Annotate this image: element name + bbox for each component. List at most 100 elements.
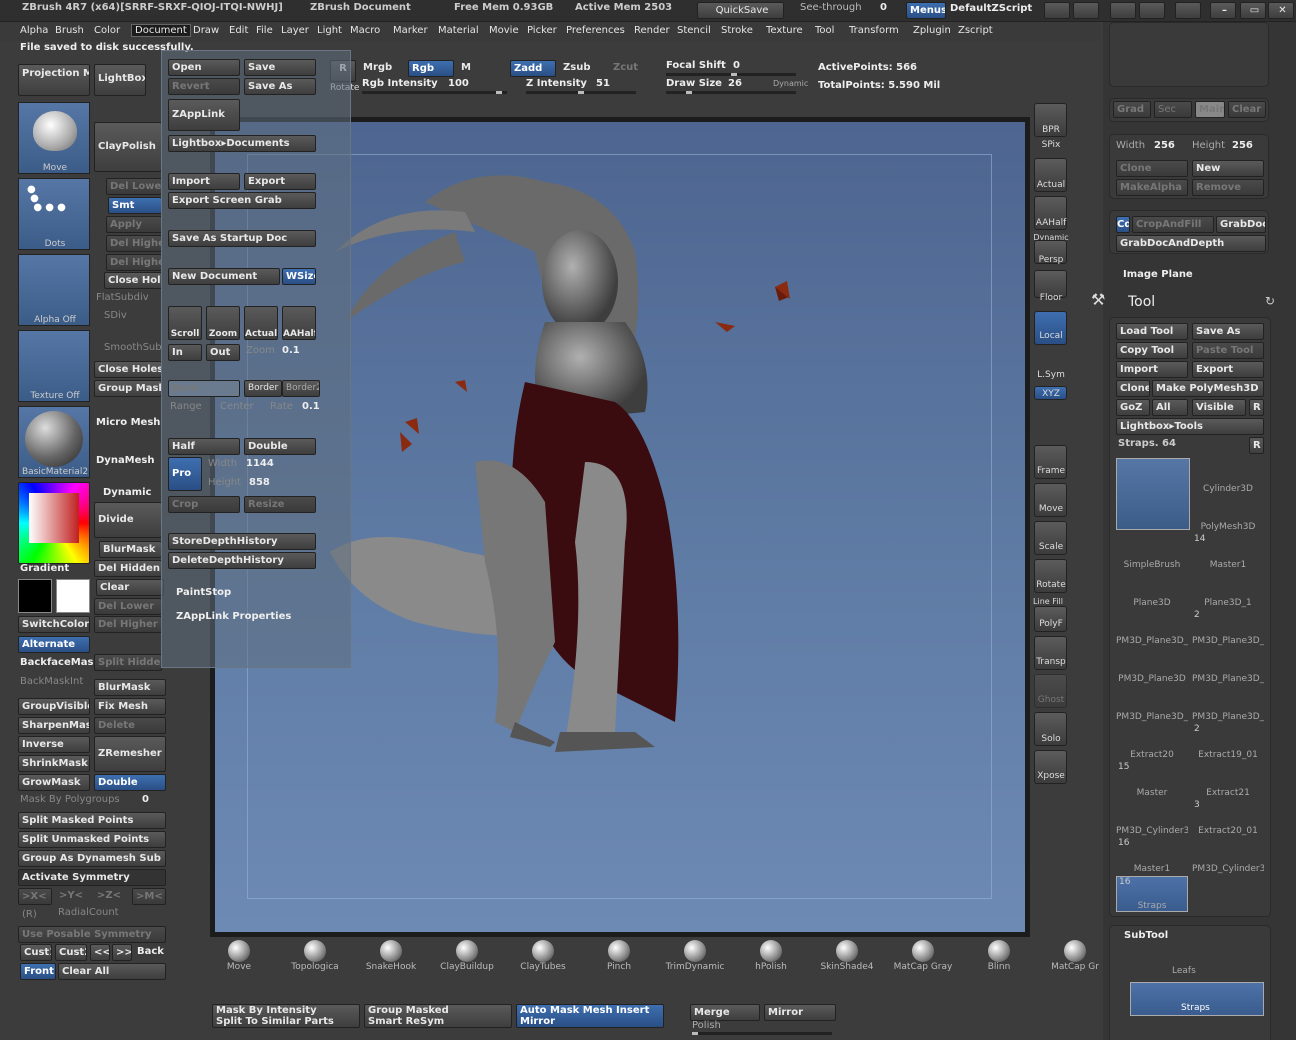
lightbox-button[interactable]: LightBox bbox=[94, 64, 146, 96]
subtool-title[interactable]: SubTool bbox=[1124, 930, 1168, 941]
gradient-label[interactable]: Gradient bbox=[20, 563, 69, 574]
linefill-label[interactable]: Line Fill bbox=[1028, 597, 1068, 606]
in-button[interactable]: In bbox=[168, 344, 202, 361]
alternate-button[interactable]: Alternate bbox=[18, 636, 90, 653]
menus-button[interactable]: Menus bbox=[906, 2, 946, 19]
menu-preferences[interactable]: Preferences bbox=[566, 25, 625, 36]
tool-tile[interactable]: Plane3D bbox=[1116, 572, 1188, 608]
zadd-button[interactable]: Zadd bbox=[510, 60, 556, 77]
switchcolor-button[interactable]: SwitchColor bbox=[18, 616, 90, 633]
open-button[interactable]: Open bbox=[168, 59, 240, 76]
close-icon[interactable]: ✕ bbox=[1268, 2, 1294, 19]
menu-movie[interactable]: Movie bbox=[489, 25, 519, 36]
makealpha-button[interactable]: MakeAlpha bbox=[1116, 179, 1188, 196]
z-intensity-label[interactable]: Z Intensity bbox=[526, 78, 587, 89]
main-button[interactable]: Main bbox=[1195, 101, 1225, 118]
save-as-button[interactable]: Save As bbox=[244, 78, 316, 95]
subtool-item-leafs[interactable]: Leafs bbox=[1132, 948, 1264, 978]
front-button[interactable]: Front bbox=[20, 963, 56, 980]
make-polymesh3d-button[interactable]: Make PolyMesh3D bbox=[1152, 380, 1264, 397]
mask-by-intensity-button[interactable]: Mask By Intensity Split To Similar Parts bbox=[212, 1004, 360, 1028]
shelf-brush[interactable]: SnakeHook bbox=[356, 940, 426, 972]
tool-tile[interactable]: PM3D_Plane3D_ bbox=[1192, 686, 1264, 722]
spix-label[interactable]: SPix bbox=[1031, 140, 1071, 150]
wsize-button[interactable]: WSize bbox=[282, 268, 316, 285]
mirror-button[interactable]: Mirror bbox=[764, 1004, 836, 1021]
group-masked-button[interactable]: Group Masked Smart ReSym bbox=[364, 1004, 512, 1028]
menu-draw[interactable]: Draw bbox=[193, 25, 219, 36]
tool-import-button[interactable]: Import bbox=[1116, 361, 1188, 378]
cd-button[interactable]: Cd bbox=[1116, 216, 1130, 233]
tool-tile[interactable]: 3 Extract20_01 bbox=[1192, 800, 1264, 836]
tool-tile[interactable]: 16 Master1 bbox=[1116, 838, 1188, 874]
symmetry-m-button[interactable]: >M< bbox=[132, 888, 166, 905]
save-startup-doc-button[interactable]: Save As Startup Doc bbox=[168, 230, 316, 247]
tool-r-button[interactable]: R bbox=[1249, 437, 1264, 454]
shelf-brush[interactable]: MatCap Gray bbox=[888, 940, 958, 972]
tool-tile[interactable]: PM3D_Plane3D_ bbox=[1192, 648, 1264, 684]
shelf-brush[interactable]: ClayBuildup bbox=[432, 940, 502, 972]
backfacemask-label[interactable]: BackfaceMask bbox=[20, 657, 100, 668]
radial-r-label[interactable]: (R) bbox=[22, 909, 37, 920]
tex-new-button[interactable]: New bbox=[1192, 160, 1264, 177]
sec-button[interactable]: Sec bbox=[1154, 101, 1192, 118]
shelf-brush[interactable]: Pinch bbox=[584, 940, 654, 972]
tool-tile[interactable]: 2 Extract19_01 bbox=[1192, 724, 1264, 760]
half-button[interactable]: Half bbox=[168, 438, 240, 455]
del-hidden-button[interactable]: Del Hidden bbox=[94, 560, 162, 577]
cust2-button[interactable]: Cust2 bbox=[55, 944, 87, 961]
z-intensity-slider[interactable] bbox=[526, 91, 636, 94]
zcut-button[interactable]: Zcut bbox=[610, 60, 656, 77]
polish-slider[interactable] bbox=[692, 1032, 832, 1035]
actual-button[interactable]: Actual bbox=[244, 306, 278, 340]
split-masked-points-button[interactable]: Split Masked Points bbox=[18, 812, 166, 829]
group-as-dynamesh-sub-button[interactable]: Group As Dynamesh Sub bbox=[18, 850, 166, 867]
rgb-intensity-slider[interactable] bbox=[362, 91, 507, 94]
new-document-button[interactable]: New Document bbox=[168, 268, 280, 285]
divide-button[interactable]: Divide bbox=[94, 502, 162, 538]
layout-left-icon[interactable] bbox=[1044, 2, 1070, 19]
tool-tile[interactable]: Plane3D_1 bbox=[1192, 572, 1264, 608]
image-plane-label[interactable]: Image Plane bbox=[1123, 269, 1193, 280]
menu-material[interactable]: Material bbox=[438, 25, 479, 36]
del-lower-button-2[interactable]: Del Lower bbox=[94, 598, 162, 615]
grad-button[interactable]: Grad bbox=[1113, 101, 1151, 118]
use-posable-symmetry-button[interactable]: Use Posable Symmetry bbox=[18, 926, 166, 943]
dynamesh-label[interactable]: DynaMesh bbox=[96, 455, 155, 466]
paintstop-label[interactable]: PaintStop bbox=[176, 587, 231, 598]
shelf-brush[interactable]: TrimDynamic bbox=[660, 940, 730, 972]
range-label[interactable]: Range bbox=[170, 401, 202, 412]
zremesher-button[interactable]: ZRemesher bbox=[94, 736, 166, 772]
clear-grad-button[interactable]: Clear bbox=[1228, 101, 1266, 118]
goz-r-button[interactable]: R bbox=[1249, 399, 1264, 416]
forward-arrow-icon[interactable]: >> bbox=[112, 944, 132, 961]
shelf-brush[interactable]: Move bbox=[204, 940, 274, 972]
blurmask-button[interactable]: BlurMask bbox=[94, 679, 166, 696]
del-higher-button-2[interactable]: Del Higher bbox=[106, 254, 162, 271]
del-lower-button[interactable]: Del Lower bbox=[106, 178, 162, 195]
subtool-item-straps[interactable]: Straps bbox=[1130, 982, 1264, 1016]
back-arrow-icon[interactable]: << bbox=[90, 944, 110, 961]
growmask-button[interactable]: GrowMask bbox=[18, 774, 90, 791]
current-tool-label[interactable]: Straps. 64 bbox=[1118, 438, 1176, 449]
projection-master-button[interactable]: Projection Master bbox=[18, 64, 90, 96]
default-zscript[interactable]: DefaultZScript bbox=[950, 3, 1032, 14]
remove-button[interactable]: Remove bbox=[1192, 179, 1264, 196]
center-label[interactable]: Center bbox=[220, 401, 254, 412]
split-hidden-button[interactable]: Split Hidden bbox=[94, 654, 162, 671]
shelf-brush[interactable]: MatCap Gr bbox=[1040, 940, 1110, 972]
draw-size-label[interactable]: Draw Size bbox=[666, 78, 722, 89]
delete-button[interactable]: Delete bbox=[94, 717, 166, 734]
zapplink-button[interactable]: ZAppLink bbox=[168, 99, 240, 131]
brush-move-thumbnail[interactable]: Move bbox=[18, 102, 90, 174]
blurmask-top-button[interactable]: BlurMask bbox=[99, 541, 162, 558]
tool-tile[interactable]: 15 Master bbox=[1116, 762, 1188, 798]
shelf-brush[interactable]: SkinShade4 bbox=[812, 940, 882, 972]
import-button[interactable]: Import bbox=[168, 173, 240, 190]
color-square[interactable] bbox=[29, 493, 79, 543]
menu-texture[interactable]: Texture bbox=[766, 25, 803, 36]
stroke-dots-thumbnail[interactable]: ● ● ● ● ● Dots bbox=[18, 178, 90, 250]
quicksave-button[interactable]: QuickSave bbox=[697, 2, 784, 19]
tool-tile[interactable]: PM3D_Plane3D bbox=[1116, 648, 1188, 684]
menu-zplugin[interactable]: Zplugin bbox=[913, 25, 951, 36]
